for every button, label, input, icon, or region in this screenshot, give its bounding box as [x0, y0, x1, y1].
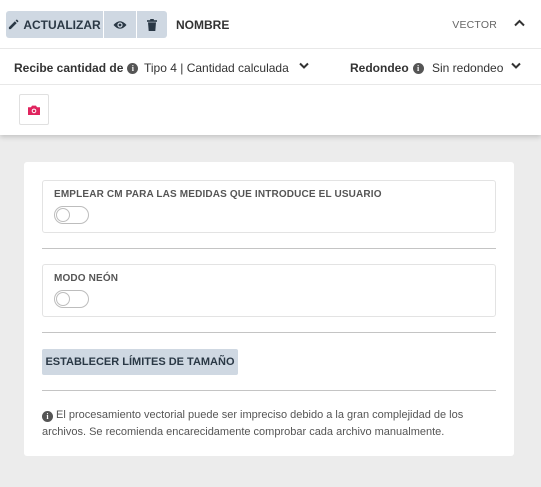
vector-warning-note: i El procesamiento vectorial puede ser im…	[42, 407, 496, 441]
cm-toggle-knob	[56, 208, 70, 222]
quantity-source-label: Recibe cantidad de i	[14, 61, 139, 75]
type-label: VECTOR	[452, 19, 497, 31]
divider	[42, 332, 496, 333]
cm-option-box: EMPLEAR CM PARA LAS MEDIDAS QUE INTRODUC…	[42, 180, 496, 233]
chevron-down-icon[interactable]	[511, 62, 521, 69]
divider	[42, 390, 496, 391]
set-size-limits-button[interactable]: ESTABLECER LÍMITES DE TAMAÑO	[42, 349, 238, 375]
info-icon: i	[42, 411, 53, 422]
screenshot-button[interactable]	[19, 94, 49, 125]
vector-warning-text: El procesamiento vectorial puede ser imp…	[42, 409, 464, 438]
divider	[42, 248, 496, 249]
delete-button[interactable]	[137, 11, 167, 38]
neon-option-box: MODO NEÓN	[42, 264, 496, 317]
cm-option-title: EMPLEAR CM PARA LAS MEDIDAS QUE INTRODUC…	[54, 189, 382, 200]
settings-row: Recibe cantidad de i Tipo 4 | Cantidad c…	[0, 49, 541, 85]
pencil-icon	[9, 19, 19, 30]
chevron-down-icon[interactable]	[299, 62, 309, 69]
rounding-select[interactable]: Sin redondeo	[432, 61, 503, 75]
info-icon[interactable]: i	[127, 62, 139, 74]
camera-icon	[28, 105, 40, 115]
update-button-label: ACTUALIZAR	[23, 17, 101, 32]
neon-toggle-knob	[56, 292, 70, 306]
neon-option-title: MODO NEÓN	[54, 273, 119, 284]
update-button[interactable]: ACTUALIZAR	[6, 11, 103, 38]
view-button[interactable]	[104, 11, 136, 38]
editor-header: ACTUALIZAR NOMBRE VECTOR Recibe cantidad…	[0, 0, 541, 135]
name-label: NOMBRE	[176, 18, 230, 32]
toolbar: ACTUALIZAR NOMBRE VECTOR	[0, 0, 541, 49]
cm-toggle[interactable]	[54, 206, 89, 224]
neon-toggle[interactable]	[54, 290, 89, 308]
rounding-text: Redondeo	[350, 61, 409, 75]
chevron-up-icon[interactable]	[514, 19, 525, 27]
quantity-source-select[interactable]: Tipo 4 | Cantidad calculada	[144, 61, 289, 75]
settings-card: EMPLEAR CM PARA LAS MEDIDAS QUE INTRODUC…	[24, 162, 514, 456]
eye-icon	[113, 20, 127, 29]
rounding-label: Redondeo i	[350, 61, 424, 75]
quantity-source-text: Recibe cantidad de	[14, 61, 124, 75]
info-icon[interactable]: i	[412, 62, 424, 74]
trash-icon	[147, 18, 157, 31]
